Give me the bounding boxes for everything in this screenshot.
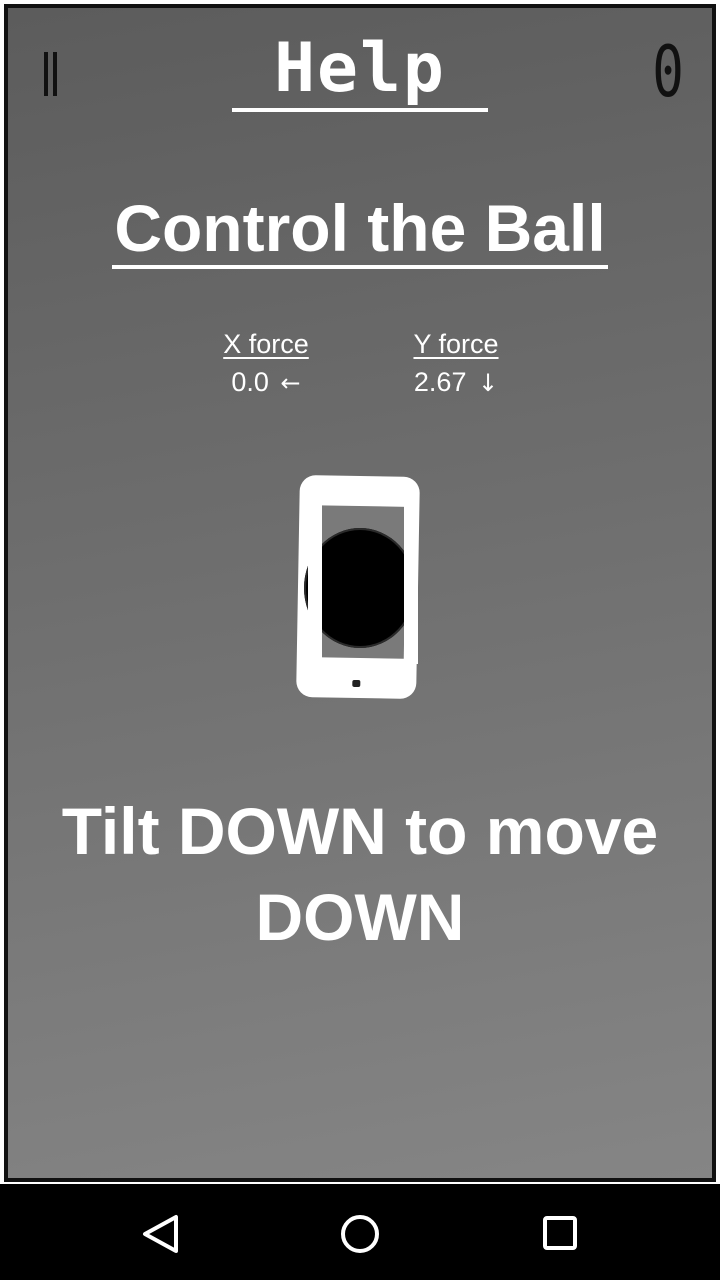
y-force-value: 2.67 bbox=[413, 367, 467, 397]
x-force-value-row: 0.0 ← bbox=[186, 362, 346, 403]
y-force-readout: Y force 2.67 ↓ bbox=[376, 326, 536, 403]
home-button[interactable] bbox=[332, 1206, 388, 1262]
x-force-readout: X force 0.0 ← bbox=[186, 326, 346, 403]
home-circle-icon bbox=[341, 1215, 379, 1253]
x-force-value: 0.0 bbox=[231, 367, 269, 397]
page-title: Help bbox=[232, 30, 488, 112]
back-button[interactable] bbox=[132, 1206, 188, 1262]
recent-apps-button[interactable] bbox=[532, 1206, 588, 1262]
x-force-label: X force bbox=[223, 329, 309, 359]
back-triangle-icon bbox=[143, 1215, 178, 1253]
phone-bezel-right bbox=[404, 504, 418, 664]
app-screen: Help 0 Control the Ball X force 0.0 ← Y … bbox=[0, 0, 720, 1280]
score-counter: 0 bbox=[652, 31, 684, 113]
system-navigation-bar bbox=[0, 1184, 720, 1280]
down-arrow-icon: ↓ bbox=[477, 369, 499, 397]
section-title-text: Control the Ball bbox=[112, 191, 608, 269]
pause-button[interactable] bbox=[36, 48, 66, 100]
y-force-label: Y force bbox=[413, 329, 499, 359]
tilt-instruction: Tilt DOWN to move DOWN bbox=[61, 794, 659, 954]
game-area: Help 0 Control the Ball X force 0.0 ← Y … bbox=[4, 4, 716, 1182]
phone-home-button bbox=[352, 679, 361, 688]
phone-bezel-left bbox=[308, 504, 322, 664]
phone-tilt-illustration bbox=[296, 474, 428, 708]
left-arrow-icon: ← bbox=[280, 369, 301, 397]
recent-square-icon bbox=[543, 1216, 577, 1250]
y-force-value-row: 2.67 ↓ bbox=[376, 362, 536, 403]
section-title: Control the Ball bbox=[8, 186, 712, 270]
